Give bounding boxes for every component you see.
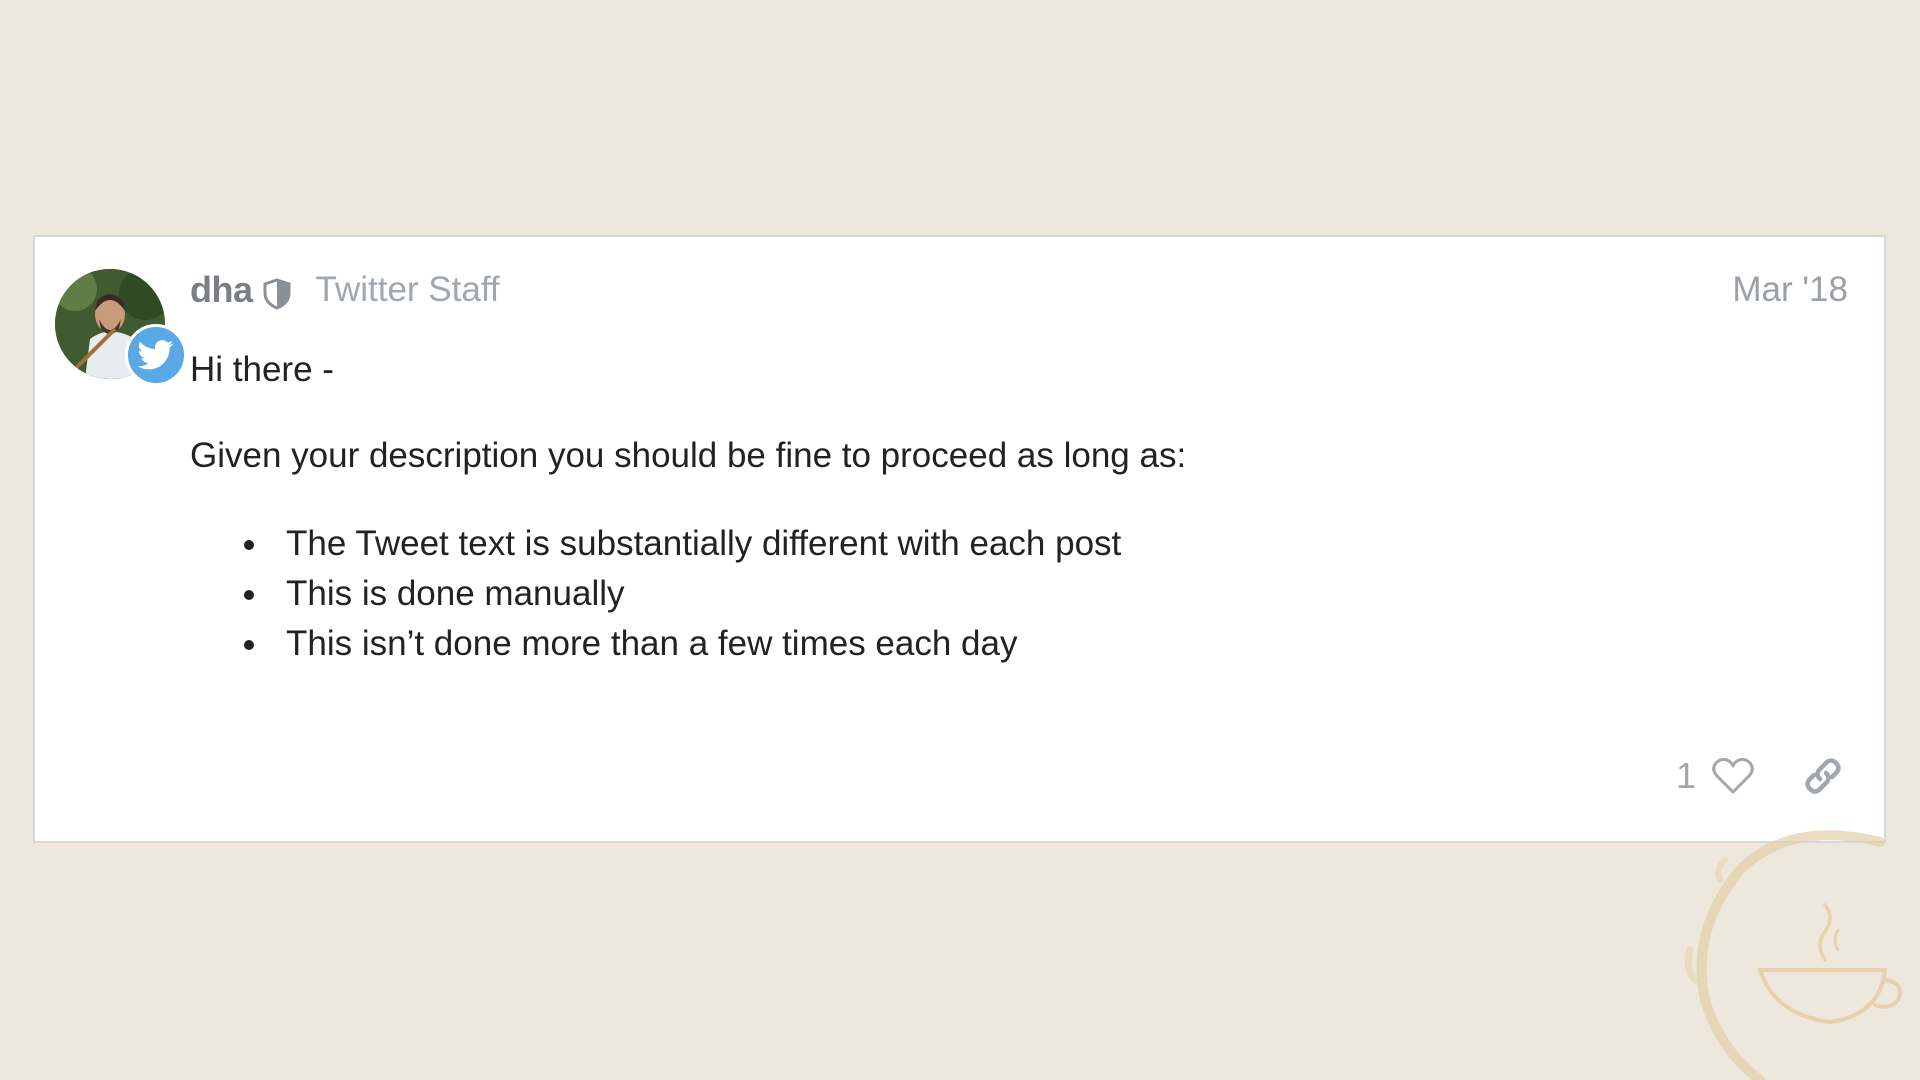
like-button[interactable] — [1708, 751, 1758, 801]
conditions-list: The Tweet text is substantially differen… — [190, 519, 1690, 669]
post-header: dha Twitter Staff — [190, 267, 500, 313]
username-link[interactable]: dha — [190, 269, 253, 311]
twitter-badge — [125, 324, 187, 386]
page: dha Twitter Staff Mar '18 Hi there - Giv… — [0, 0, 1920, 1080]
post-body: Hi there - Given your description you sh… — [190, 347, 1690, 669]
list-item: The Tweet text is substantially differen… — [244, 519, 1690, 569]
coffee-cup-icon — [1684, 830, 1902, 1080]
share-link-button[interactable] — [1798, 751, 1848, 801]
list-item: This is done manually — [244, 569, 1690, 619]
post-date[interactable]: Mar '18 — [1732, 267, 1848, 313]
user-title: Twitter Staff — [315, 270, 500, 309]
list-item: This isn’t done more than a few times ea… — [244, 619, 1690, 669]
like-count[interactable]: 1 — [1676, 755, 1696, 797]
coffee-stain-decoration — [1650, 800, 1920, 1080]
greeting-text: Hi there - — [190, 350, 334, 389]
heart-icon — [1712, 757, 1754, 794]
twitter-bird-icon — [138, 340, 174, 370]
link-icon — [1805, 758, 1841, 794]
avatar-group[interactable] — [55, 269, 187, 399]
shield-icon — [262, 278, 292, 310]
post-actions: 1 — [1676, 751, 1848, 801]
forum-post: dha Twitter Staff Mar '18 Hi there - Giv… — [33, 235, 1886, 843]
intro-text: Given your description you should be fin… — [190, 436, 1187, 475]
